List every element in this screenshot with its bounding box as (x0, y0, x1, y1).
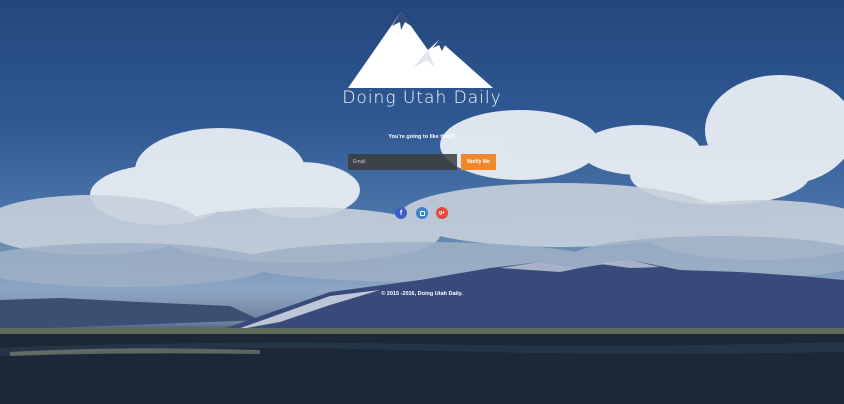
email-input[interactable] (348, 154, 457, 170)
tagline: You're going to like this!!! (388, 134, 456, 140)
notify-me-button[interactable]: Notify Me (461, 154, 496, 170)
facebook-glyph: f (399, 209, 403, 217)
instagram-glyph (419, 210, 425, 216)
facebook-icon[interactable]: f (395, 207, 407, 219)
google-plus-icon[interactable]: g+ (436, 207, 448, 219)
signup-form: Notify Me (348, 154, 496, 170)
google-plus-glyph: g+ (439, 210, 445, 216)
instagram-icon[interactable] (416, 207, 428, 219)
copyright-text: © 2015 -2016, Doing Utah Daily. (381, 291, 463, 297)
brand-name: Doing Utah Daily (342, 88, 502, 108)
